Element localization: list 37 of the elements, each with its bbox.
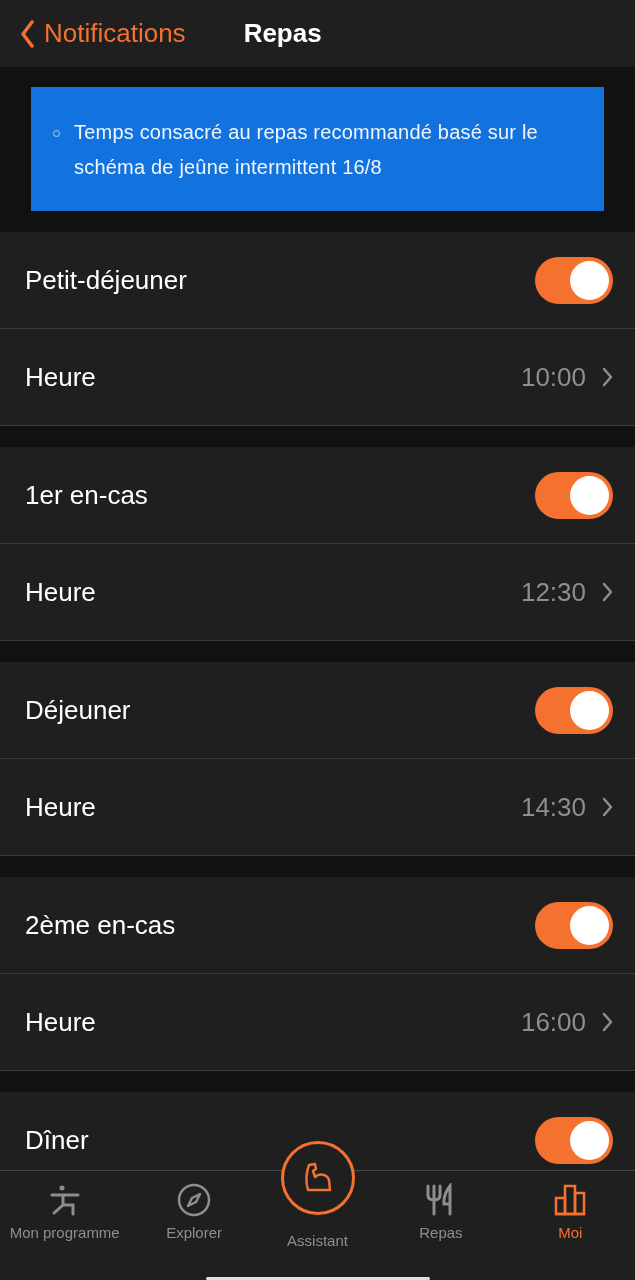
back-button[interactable]: Notifications (20, 18, 186, 49)
tab-item[interactable]: Mon programme (0, 1171, 130, 1280)
screen-title: Repas (243, 18, 322, 49)
meal-label: Déjeuner (25, 694, 132, 726)
bar-chart-icon (553, 1183, 588, 1217)
toggle-switch[interactable] (535, 256, 613, 304)
time-value: 12:30 (520, 576, 586, 608)
toggle-switch[interactable] (535, 471, 613, 519)
info-text: Temps consacré au repas recommandé basé sur le schéma de jeûne intermittent 16/8 (74, 120, 539, 180)
chevron-right-icon (602, 367, 613, 387)
time-row[interactable]: Heure 12:30 (0, 543, 635, 640)
chevron-right-icon (602, 1012, 613, 1032)
meal-label: 2ème en-cas (25, 909, 177, 941)
toggle-switch[interactable] (535, 1116, 613, 1164)
tab-item[interactable]: Moi (505, 1171, 635, 1280)
meal-label: Dîner (25, 1124, 90, 1156)
chevron-left-icon (20, 19, 34, 48)
chevron-right-icon (602, 582, 613, 602)
toggle-switch[interactable] (535, 686, 613, 734)
meal-label: Petit-déjeuner (25, 264, 188, 296)
time-label: Heure (25, 361, 97, 393)
time-value: 16:00 (520, 1006, 586, 1038)
toggle-switch[interactable] (535, 901, 613, 949)
time-row[interactable]: Heure 14:30 (0, 758, 635, 855)
time-row[interactable]: Heure 10:00 (0, 328, 635, 425)
time-label: Heure (25, 576, 97, 608)
compass-icon (177, 1183, 212, 1217)
tab-item[interactable]: Explorer (129, 1171, 259, 1280)
time-label: Heure (25, 1006, 97, 1038)
time-label: Heure (25, 791, 97, 823)
tab-item[interactable]: Repas (376, 1171, 506, 1280)
meal-label: 1er en-cas (25, 479, 149, 511)
time-row[interactable]: Heure 16:00 (0, 973, 635, 1070)
time-value: 14:30 (520, 791, 586, 823)
tab-item[interactable]: Assistant (287, 1232, 348, 1249)
time-value: 10:00 (520, 361, 586, 393)
chevron-right-icon (602, 797, 613, 817)
